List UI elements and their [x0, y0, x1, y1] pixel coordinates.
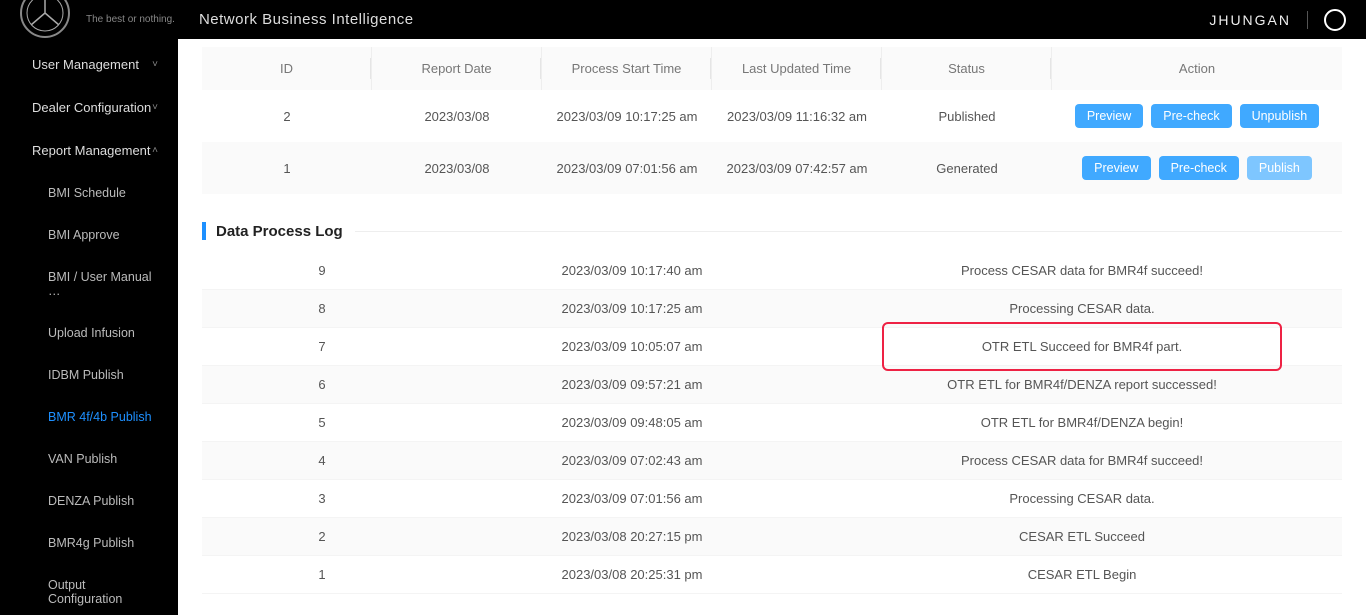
unpublish-button[interactable]: Unpublish — [1240, 104, 1320, 128]
divider — [1307, 11, 1308, 29]
chevron-down-icon: ˅ — [152, 102, 158, 113]
sidebar-item[interactable]: Dealer Configuration˅ — [0, 86, 178, 129]
sidebar-subitem[interactable]: BMI Schedule — [0, 172, 178, 214]
cell-actions: Preview Pre-check Unpublish — [1052, 90, 1342, 142]
log-time: 2023/03/09 07:01:56 am — [442, 480, 822, 517]
cell-start-time: 2023/03/09 07:01:56 am — [542, 142, 712, 194]
table-column-header: Action — [1052, 47, 1342, 90]
log-id: 4 — [202, 442, 442, 479]
sidebar-item-label: User Management — [32, 57, 139, 72]
log-time: 2023/03/09 10:17:40 am — [442, 252, 822, 289]
publish-button[interactable]: Publish — [1247, 156, 1312, 180]
log-row: 72023/03/09 10:05:07 amOTR ETL Succeed f… — [202, 328, 1342, 366]
log-time: 2023/03/09 09:48:05 am — [442, 404, 822, 441]
cell-updated-time: 2023/03/09 07:42:57 am — [712, 142, 882, 194]
table-column-header: Process Start Time — [542, 47, 712, 90]
cell-start-time: 2023/03/09 10:17:25 am — [542, 90, 712, 142]
current-user: JHUNGAN — [1209, 12, 1291, 28]
log-message: Processing CESAR data. — [822, 290, 1342, 327]
reports-table: IDReport DateProcess Start TimeLast Upda… — [202, 47, 1342, 194]
log-row: 42023/03/09 07:02:43 amProcess CESAR dat… — [202, 442, 1342, 480]
log-message: OTR ETL for BMR4f/DENZA report successed… — [822, 366, 1342, 403]
log-message: CESAR ETL Succeed — [822, 518, 1342, 555]
log-time: 2023/03/08 20:27:15 pm — [442, 518, 822, 555]
pre-check-button[interactable]: Pre-check — [1159, 156, 1239, 180]
top-header: The best or nothing. Network Business In… — [0, 0, 1366, 39]
sidebar-subitem[interactable]: VAN Publish — [0, 438, 178, 480]
section-rule — [355, 231, 1342, 232]
cell-id: 1 — [202, 142, 372, 194]
log-row: 92023/03/09 10:17:40 amProcess CESAR dat… — [202, 252, 1342, 290]
sidebar-subitem[interactable]: Output Configuration — [0, 564, 178, 615]
log-id: 1 — [202, 556, 442, 593]
highlight-box — [882, 322, 1282, 371]
table-column-header: Status — [882, 47, 1052, 90]
brand-logo — [20, 0, 70, 38]
chevron-down-icon: ˅ — [152, 59, 158, 70]
log-message: OTR ETL Succeed for BMR4f part. — [822, 328, 1342, 365]
cell-date: 2023/03/08 — [372, 90, 542, 142]
sidebar-item[interactable]: Report Management˄ — [0, 129, 178, 172]
log-time: 2023/03/09 10:17:25 am — [442, 290, 822, 327]
log-row: 22023/03/08 20:27:15 pmCESAR ETL Succeed — [202, 518, 1342, 556]
user-avatar-icon[interactable] — [1324, 9, 1346, 31]
section-title-text: Data Process Log — [216, 223, 343, 240]
table-row: 22023/03/082023/03/09 10:17:25 am2023/03… — [202, 90, 1342, 142]
app-title: Network Business Intelligence — [199, 11, 414, 28]
log-id: 7 — [202, 328, 442, 365]
log-row: 32023/03/09 07:01:56 amProcessing CESAR … — [202, 480, 1342, 518]
log-id: 9 — [202, 252, 442, 289]
table-row: 12023/03/082023/03/09 07:01:56 am2023/03… — [202, 142, 1342, 194]
cell-id: 2 — [202, 90, 372, 142]
log-id: 3 — [202, 480, 442, 517]
sidebar-subitem[interactable]: Upload Infusion — [0, 312, 178, 354]
log-section-header: Data Process Log — [202, 222, 1342, 240]
log-time: 2023/03/09 09:57:21 am — [442, 366, 822, 403]
sidebar-item-label: Report Management — [32, 143, 151, 158]
cell-actions: Preview Pre-check Publish — [1052, 142, 1342, 194]
log-message: CESAR ETL Begin — [822, 556, 1342, 593]
chevron-up-icon: ˄ — [152, 145, 158, 156]
cell-status: Generated — [882, 142, 1052, 194]
sidebar-subitem[interactable]: BMI / User Manual … — [0, 256, 178, 312]
sidebar-subitem[interactable]: BMR 4f/4b Publish — [0, 396, 178, 438]
sidebar-subitem[interactable]: BMI Approve — [0, 214, 178, 256]
preview-button[interactable]: Preview — [1075, 104, 1143, 128]
log-id: 8 — [202, 290, 442, 327]
sidebar-subitem[interactable]: IDBM Publish — [0, 354, 178, 396]
log-time: 2023/03/09 10:05:07 am — [442, 328, 822, 365]
cell-updated-time: 2023/03/09 11:16:32 am — [712, 90, 882, 142]
log-message: Process CESAR data for BMR4f succeed! — [822, 442, 1342, 479]
cell-status: Published — [882, 90, 1052, 142]
sidebar: User Management˅Dealer Configuration˅Rep… — [0, 39, 178, 615]
log-time: 2023/03/09 07:02:43 am — [442, 442, 822, 479]
log-row: 12023/03/08 20:25:31 pmCESAR ETL Begin — [202, 556, 1342, 594]
table-column-header: Last Updated Time — [712, 47, 882, 90]
sidebar-subitem[interactable]: DENZA Publish — [0, 480, 178, 522]
log-row: 82023/03/09 10:17:25 amProcessing CESAR … — [202, 290, 1342, 328]
cell-date: 2023/03/08 — [372, 142, 542, 194]
log-row: 62023/03/09 09:57:21 amOTR ETL for BMR4f… — [202, 366, 1342, 404]
log-time: 2023/03/08 20:25:31 pm — [442, 556, 822, 593]
log-table: 92023/03/09 10:17:40 amProcess CESAR dat… — [202, 252, 1342, 594]
log-row: 52023/03/09 09:48:05 amOTR ETL for BMR4f… — [202, 404, 1342, 442]
sidebar-subitem[interactable]: BMR4g Publish — [0, 522, 178, 564]
preview-button[interactable]: Preview — [1082, 156, 1150, 180]
sidebar-item-label: Dealer Configuration — [32, 100, 151, 115]
log-id: 2 — [202, 518, 442, 555]
section-accent-bar — [202, 222, 206, 240]
log-id: 5 — [202, 404, 442, 441]
table-column-header: ID — [202, 47, 372, 90]
main-content: IDReport DateProcess Start TimeLast Upda… — [178, 39, 1366, 615]
pre-check-button[interactable]: Pre-check — [1151, 104, 1231, 128]
table-column-header: Report Date — [372, 47, 542, 90]
log-message: Processing CESAR data. — [822, 480, 1342, 517]
log-message: OTR ETL for BMR4f/DENZA begin! — [822, 404, 1342, 441]
log-id: 6 — [202, 366, 442, 403]
tagline: The best or nothing. — [86, 14, 175, 25]
log-message: Process CESAR data for BMR4f succeed! — [822, 252, 1342, 289]
sidebar-item[interactable]: User Management ˅ — [0, 43, 178, 86]
